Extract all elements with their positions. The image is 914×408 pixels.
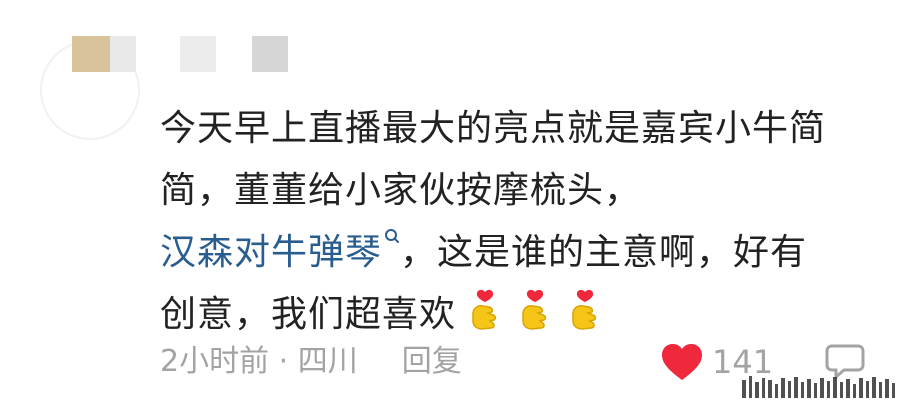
watermark-logo (742, 376, 895, 398)
comment-line-rest: ，这是谁的主意啊，好有 (400, 232, 808, 273)
blurred-badge (180, 36, 216, 72)
blurred-username[interactable] (72, 36, 110, 72)
comment-line: 今天早上直播最大的亮点就是嘉宾小牛简 (160, 108, 827, 149)
heart-hands-emoji-icon (572, 289, 597, 330)
comment-meta: 2小时前 · 四川 回复 (160, 342, 462, 382)
heart-icon (662, 344, 702, 380)
comment-line: 简，董董给小家伙按摩梳头， (160, 170, 642, 211)
blurred-badge (252, 36, 288, 72)
comment-card: 今天早上直播最大的亮点就是嘉宾小牛简 简，董董给小家伙按摩梳头， 汉森对牛弹琴 ，… (0, 0, 914, 408)
heart-hands-emoji-icon (472, 289, 497, 330)
blurred-username-part (110, 36, 136, 72)
topic-link-label: 汉森对牛弹琴 (160, 232, 383, 273)
search-icon (385, 229, 400, 243)
heart-hands-emoji-icon (522, 289, 547, 330)
comment-line: 汉森对牛弹琴 ，这是谁的主意啊，好有 (160, 222, 860, 284)
reply-button[interactable]: 回复 (402, 344, 462, 379)
timestamp-location: 2小时前 · 四川 (160, 344, 358, 379)
topic-link[interactable]: 汉森对牛弹琴 (160, 229, 400, 273)
comment-text: 今天早上直播最大的亮点就是嘉宾小牛简 简，董董给小家伙按摩梳头， 汉森对牛弹琴 ，… (160, 98, 860, 346)
comment-line: 创意，我们超喜欢 (160, 284, 860, 346)
comment-line-text: 创意，我们超喜欢 (160, 294, 457, 335)
